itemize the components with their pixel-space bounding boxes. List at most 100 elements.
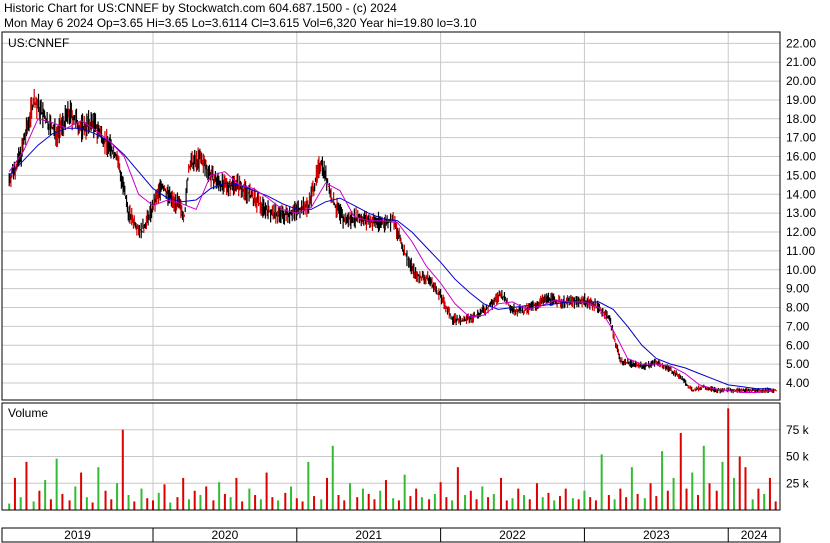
volume-bar: [661, 451, 664, 510]
volume-bar: [744, 467, 747, 510]
volume-bar: [80, 472, 83, 510]
volume-tick-label: 25 k: [786, 476, 810, 490]
volume-bar: [594, 500, 597, 510]
volume-bar: [241, 501, 244, 510]
volume-bar: [535, 483, 538, 510]
volume-bar: [505, 500, 508, 510]
volume-bar: [182, 477, 185, 510]
volume-bar: [600, 454, 603, 510]
price-tick-label: 4.00: [786, 376, 810, 390]
volume-bar: [295, 498, 298, 510]
volume-bar: [397, 500, 400, 510]
volume-bar: [379, 490, 382, 510]
volume-bar: [116, 483, 119, 510]
price-tick-label: 15.00: [786, 168, 816, 182]
volume-bar: [121, 429, 124, 510]
volume-bar: [403, 474, 406, 510]
volume-bar: [343, 500, 346, 510]
price-tick-label: 8.00: [786, 301, 810, 315]
price-tick-label: 19.00: [786, 93, 816, 107]
volume-bar: [751, 499, 754, 510]
volume-grid: [2, 429, 780, 484]
volume-bar: [361, 488, 364, 510]
volume-bar: [110, 499, 113, 510]
price-grid: [2, 42, 780, 384]
volume-bar: [433, 493, 436, 510]
volume-bar: [464, 495, 467, 510]
year-label: 2019: [64, 528, 91, 542]
volume-bar: [456, 467, 459, 510]
volume-bar: [721, 461, 724, 510]
volume-bar: [589, 497, 592, 510]
volume-bar: [326, 477, 329, 510]
volume-bar: [265, 472, 268, 510]
volume-bar: [284, 492, 287, 510]
volume-bar: [409, 496, 412, 510]
volume-bar: [97, 467, 100, 510]
volume-bar: [415, 488, 418, 510]
volume-bar: [140, 488, 143, 510]
price-tick-label: 9.00: [786, 282, 810, 296]
price-tick-label: 16.00: [786, 150, 816, 164]
volume-bar: [571, 498, 574, 510]
price-tick-label: 22.00: [786, 36, 816, 50]
volume-bar: [392, 498, 395, 510]
price-tick-label: 20.00: [786, 74, 816, 88]
volume-bar: [500, 477, 503, 510]
volume-bar: [547, 492, 550, 510]
year-label: 2020: [212, 528, 239, 542]
volume-bars: [8, 408, 777, 510]
volume-bar: [679, 432, 682, 510]
volume-bar: [229, 497, 232, 510]
volume-bar: [8, 503, 11, 510]
volume-bar: [218, 482, 221, 510]
volume-bar: [541, 497, 544, 510]
volume-bar: [61, 493, 64, 510]
volume-bar: [727, 408, 730, 510]
volume-bar: [757, 488, 760, 510]
volume-bar: [625, 497, 628, 510]
volume-bar: [763, 493, 766, 510]
volume-bar: [248, 488, 251, 510]
volume-bar: [290, 486, 293, 510]
volume-bar: [420, 497, 423, 510]
year-label: 2022: [499, 528, 526, 542]
volume-bar: [313, 496, 316, 510]
volume-bar: [212, 500, 215, 510]
volume-bar: [337, 495, 340, 510]
volume-bar: [768, 477, 771, 510]
volume-bar: [176, 497, 179, 510]
volume-bar: [169, 502, 172, 510]
volume-bar: [558, 496, 561, 510]
volume-bar: [715, 490, 718, 510]
volume-bar: [451, 500, 454, 510]
stock-chart: 22.00 21.00 20.00 19.00 18.00 17.00 16.00 15.00…: [1, 31, 816, 543]
ma-slow-line: [8, 127, 772, 390]
price-tick-label: 18.00: [786, 112, 816, 126]
volume-tick-label: 50 k: [786, 450, 810, 464]
volume-bar: [666, 490, 669, 510]
price-tick-label: 17.00: [786, 131, 816, 145]
price-tick-label: 12.00: [786, 225, 816, 239]
year-dividers: [152, 32, 729, 542]
price-tick-label: 7.00: [786, 319, 810, 333]
volume-bar: [55, 458, 58, 510]
volume-bar: [619, 488, 622, 510]
volume-bar: [320, 499, 323, 510]
volume-bar: [613, 499, 616, 510]
volume-tick-label: 75 k: [786, 423, 810, 437]
volume-bar: [25, 461, 28, 510]
volume-bar: [271, 497, 274, 510]
volume-bar: [349, 483, 352, 510]
price-tick-label: 11.00: [786, 244, 815, 258]
volume-bar: [151, 500, 154, 510]
volume-bar: [732, 477, 735, 510]
volume-bar: [367, 493, 370, 510]
volume-panel-title: Volume: [8, 406, 48, 420]
ma-fast-line: [8, 118, 772, 393]
volume-bar: [91, 502, 94, 510]
volume-bar: [691, 472, 694, 510]
volume-bar: [127, 495, 130, 510]
volume-bar: [517, 488, 520, 510]
volume-bar: [19, 497, 22, 510]
